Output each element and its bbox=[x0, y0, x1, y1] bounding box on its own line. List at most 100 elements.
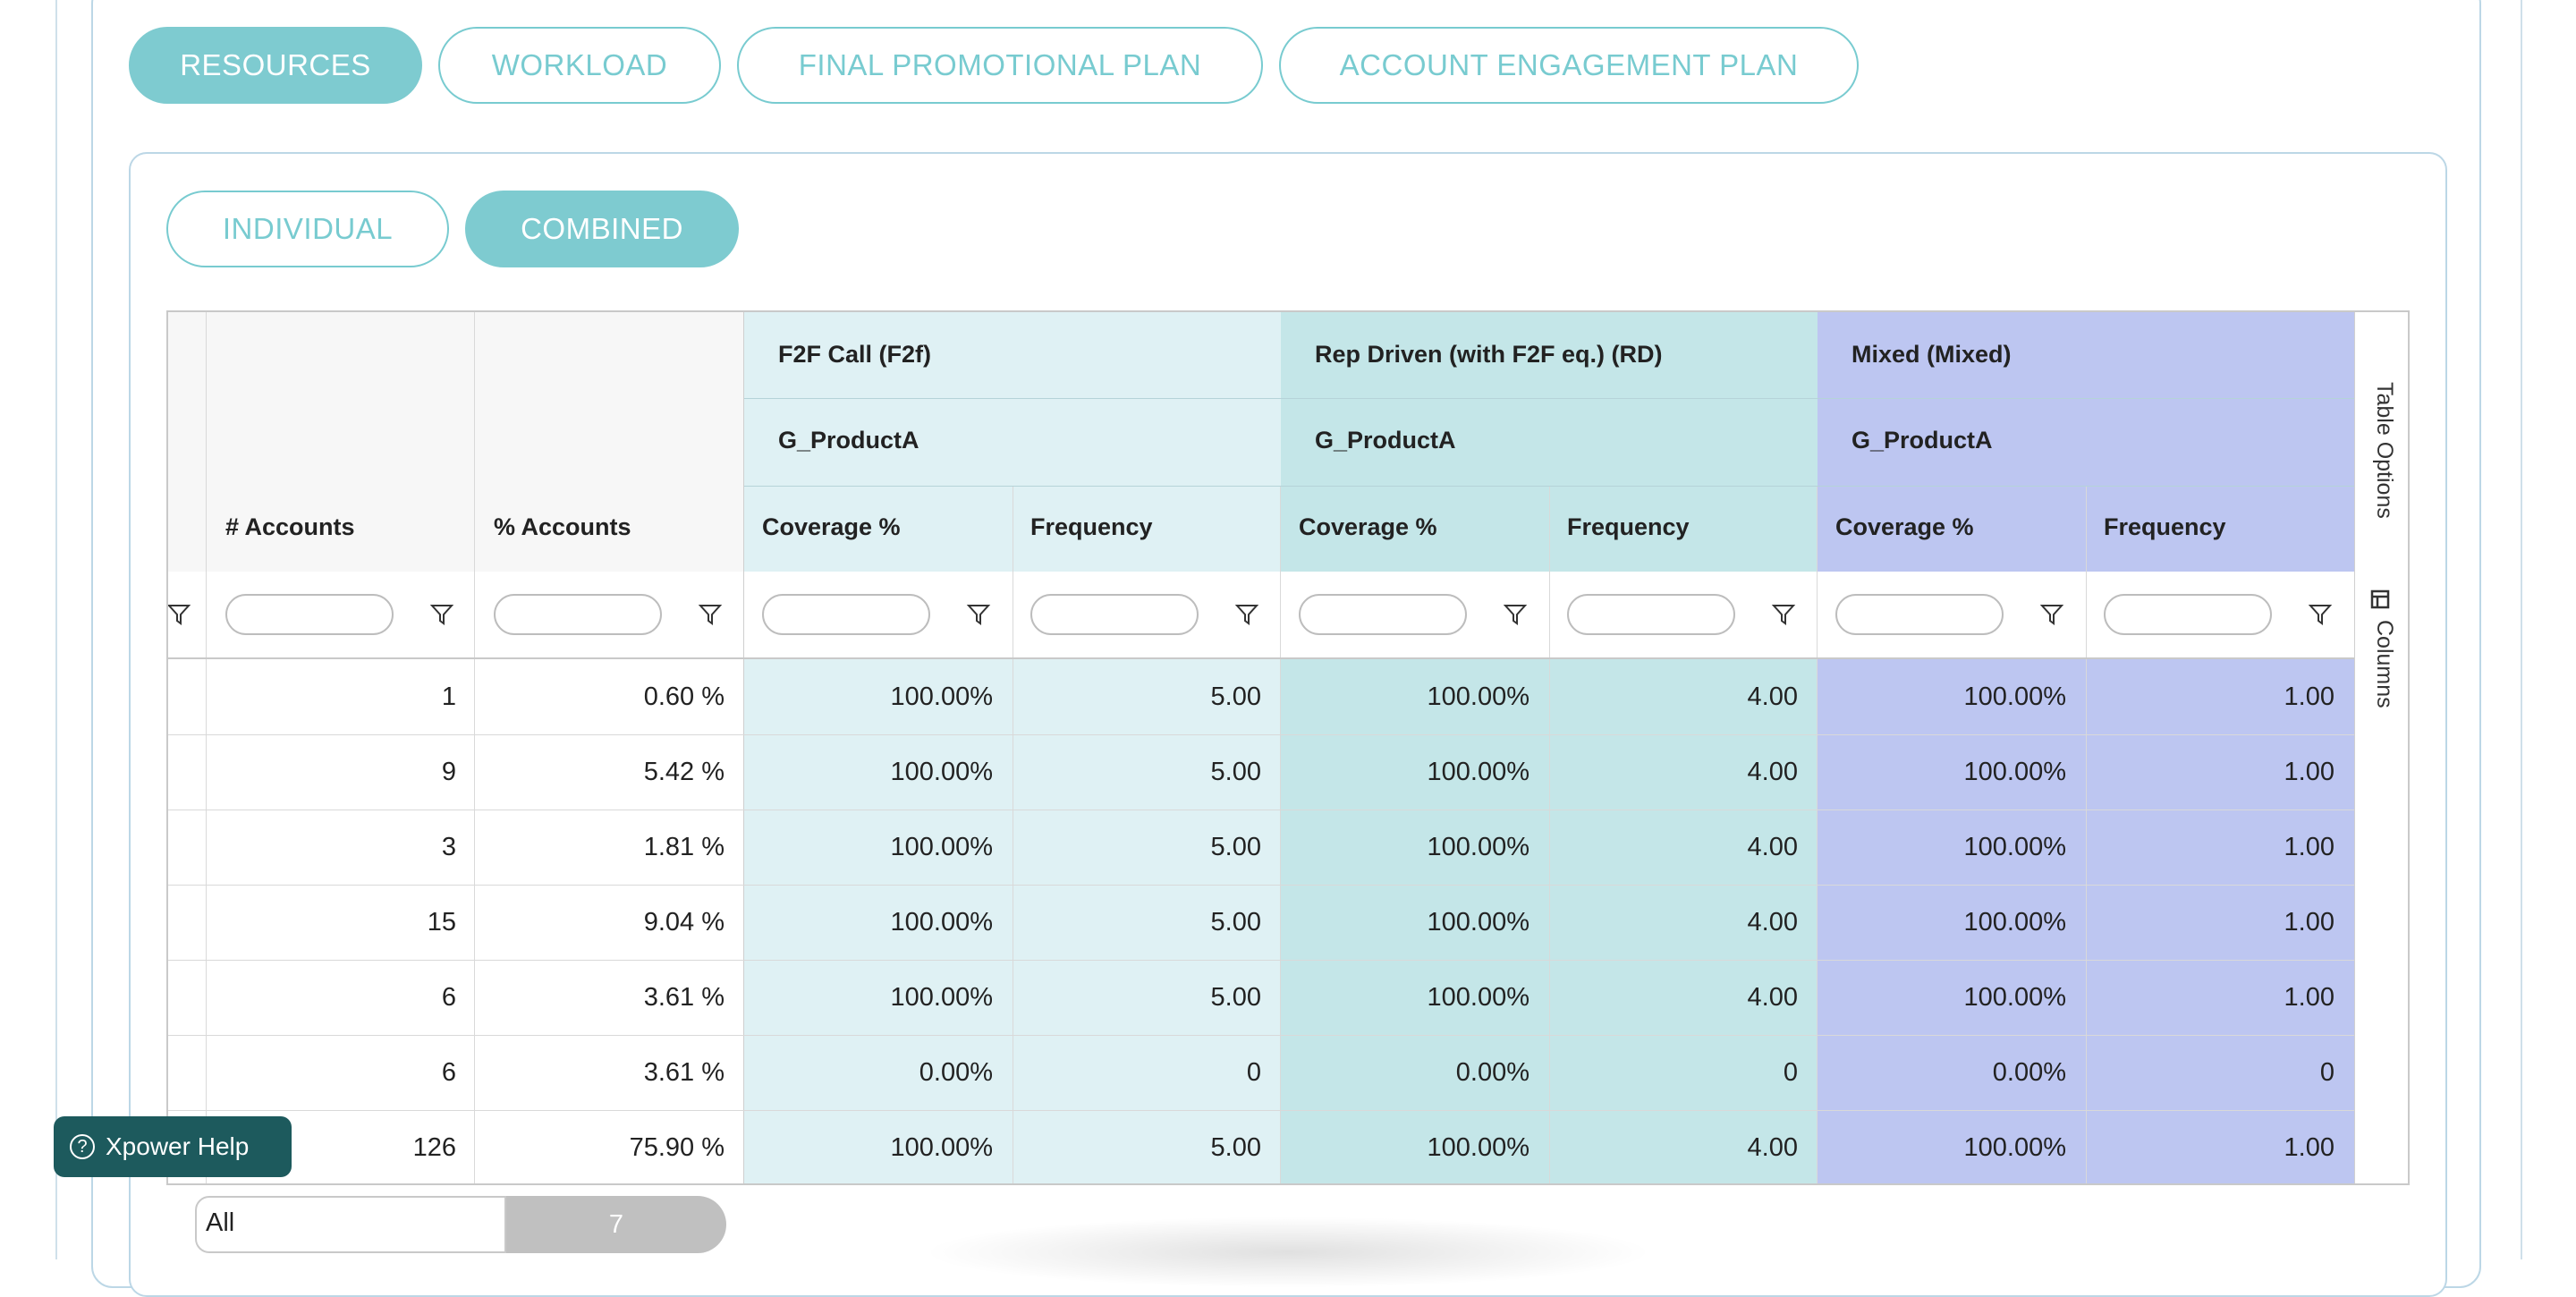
filter-funnel-icon[interactable] bbox=[1234, 602, 1259, 627]
group-header-rd: Rep Driven (with F2F eq.) (RD) bbox=[1315, 341, 1663, 368]
column-filter-input[interactable] bbox=[2104, 594, 2272, 635]
table-cell: 3 bbox=[441, 833, 456, 861]
table-cell: 100.00% bbox=[890, 1133, 994, 1162]
table-cell: 100.00% bbox=[1963, 682, 2067, 711]
filter-funnel-icon[interactable] bbox=[166, 602, 191, 627]
column-filter-input[interactable] bbox=[1299, 594, 1467, 635]
data-grid: F2F Call (F2f) Rep Driven (with F2F eq.)… bbox=[166, 310, 2410, 1185]
column-filter-input[interactable] bbox=[762, 594, 930, 635]
table-cell: 100.00% bbox=[1963, 908, 2067, 937]
product-header-rd: G_ProductA bbox=[1315, 427, 1456, 454]
table-cell: 5.00 bbox=[1210, 758, 1261, 786]
table-cell: 100.00% bbox=[1963, 983, 2067, 1012]
column-header-f2f-coverage[interactable]: Coverage % bbox=[762, 513, 901, 541]
help-circle-icon: ? bbox=[70, 1134, 95, 1159]
columns-icon bbox=[2370, 589, 2390, 609]
table-cell: 1.81 % bbox=[643, 833, 724, 861]
table-cell: 100.00% bbox=[1427, 758, 1530, 786]
table-cell: 0 bbox=[2319, 1058, 2334, 1087]
table-cell: 0 bbox=[1246, 1058, 1261, 1087]
tab-resources[interactable]: RESOURCES bbox=[129, 27, 422, 104]
xpower-help-button[interactable]: ? Xpower Help bbox=[54, 1116, 292, 1177]
table-cell: 1 bbox=[441, 682, 456, 711]
rows-count-badge: 7 bbox=[506, 1196, 726, 1253]
table-cell: 4.00 bbox=[1747, 908, 1798, 937]
toggle-individual[interactable]: INDIVIDUAL bbox=[166, 191, 449, 267]
table-cell: 0 bbox=[1783, 1058, 1798, 1087]
table-cell: 4.00 bbox=[1747, 833, 1798, 861]
column-filter-input[interactable] bbox=[1030, 594, 1199, 635]
table-cell: 1.00 bbox=[2284, 983, 2334, 1012]
table-cell: 5.00 bbox=[1210, 833, 1261, 861]
filter-funnel-icon[interactable] bbox=[698, 602, 723, 627]
column-header-pct-accounts[interactable]: % Accounts bbox=[494, 513, 631, 541]
table-cell: 100.00% bbox=[890, 682, 994, 711]
table-cell: 100.00% bbox=[1963, 833, 2067, 861]
tab-workload[interactable]: WORKLOAD bbox=[438, 27, 721, 104]
table-options-tab[interactable]: Table Options bbox=[2371, 382, 2397, 519]
table-cell: 1.00 bbox=[2284, 908, 2334, 937]
table-cell: 100.00% bbox=[1427, 983, 1530, 1012]
filter-funnel-icon[interactable] bbox=[2308, 602, 2333, 627]
column-filter-input[interactable] bbox=[494, 594, 662, 635]
table-cell: 1.00 bbox=[2284, 1133, 2334, 1162]
rows-per-page-select[interactable]: All bbox=[195, 1196, 506, 1253]
bottom-shadow bbox=[921, 1216, 1655, 1288]
group-header-mixed: Mixed (Mixed) bbox=[1852, 341, 2012, 368]
table-cell: 9 bbox=[441, 758, 456, 786]
table-cell: 100.00% bbox=[890, 983, 994, 1012]
column-header-rd-coverage[interactable]: Coverage % bbox=[1299, 513, 1437, 541]
table-cell: 100.00% bbox=[1963, 758, 2067, 786]
table-cell: 5.00 bbox=[1210, 983, 1261, 1012]
table-cell: 5.42 % bbox=[643, 758, 724, 786]
table-cell: 0.00% bbox=[1992, 1058, 2066, 1087]
column-filter-input[interactable] bbox=[1567, 594, 1735, 635]
column-header-f2f-frequency[interactable]: Frequency bbox=[1030, 513, 1153, 541]
table-cell: 6 bbox=[441, 1058, 456, 1087]
filter-funnel-icon[interactable] bbox=[429, 602, 454, 627]
table-cell: 6 bbox=[441, 983, 456, 1012]
table-cell: 3.61 % bbox=[643, 1058, 724, 1087]
column-filter-input[interactable] bbox=[1835, 594, 2004, 635]
table-cell: 4.00 bbox=[1747, 983, 1798, 1012]
filter-funnel-icon[interactable] bbox=[966, 602, 991, 627]
table-cell: 75.90 % bbox=[629, 1133, 724, 1162]
column-header-mixed-coverage[interactable]: Coverage % bbox=[1835, 513, 1974, 541]
table-cell: 0.00% bbox=[919, 1058, 993, 1087]
table-cell: 100.00% bbox=[1427, 833, 1530, 861]
column-header-mixed-frequency[interactable]: Frequency bbox=[2104, 513, 2226, 541]
tab-account-engagement-plan[interactable]: ACCOUNT ENGAGEMENT PLAN bbox=[1279, 27, 1859, 104]
table-cell: 1.00 bbox=[2284, 682, 2334, 711]
group-header-f2f: F2F Call (F2f) bbox=[778, 341, 932, 368]
column-header-accounts[interactable]: # Accounts bbox=[225, 513, 355, 541]
table-cell: 100.00% bbox=[890, 908, 994, 937]
table-cell: 1.00 bbox=[2284, 758, 2334, 786]
table-cell: 100.00% bbox=[890, 758, 994, 786]
table-cell: 5.00 bbox=[1210, 1133, 1261, 1162]
table-cell: 0.60 % bbox=[643, 682, 724, 711]
page-right-rule bbox=[2521, 0, 2522, 1259]
table-cell: 5.00 bbox=[1210, 682, 1261, 711]
table-cell: 100.00% bbox=[1427, 682, 1530, 711]
table-cell: 1.00 bbox=[2284, 833, 2334, 861]
tab-final-promotional-plan[interactable]: FINAL PROMOTIONAL PLAN bbox=[737, 27, 1263, 104]
table-cell: 100.00% bbox=[1427, 1133, 1530, 1162]
product-header-f2f: G_ProductA bbox=[778, 427, 919, 454]
toggle-combined[interactable]: COMBINED bbox=[465, 191, 739, 267]
column-filter-input[interactable] bbox=[225, 594, 394, 635]
product-header-mixed: G_ProductA bbox=[1852, 427, 1993, 454]
filter-funnel-icon[interactable] bbox=[2039, 602, 2064, 627]
table-cell: 5.00 bbox=[1210, 908, 1261, 937]
group-header-divider bbox=[744, 486, 2354, 487]
table-cell: 15 bbox=[427, 908, 456, 937]
table-cell: 126 bbox=[412, 1133, 456, 1162]
table-cell: 100.00% bbox=[1427, 908, 1530, 937]
filter-funnel-icon[interactable] bbox=[1503, 602, 1528, 627]
table-cell: 100.00% bbox=[1963, 1133, 2067, 1162]
table-cell: 100.00% bbox=[890, 833, 994, 861]
column-header-rd-frequency[interactable]: Frequency bbox=[1567, 513, 1690, 541]
columns-tab[interactable]: Columns bbox=[2371, 620, 2397, 708]
table-cell: 3.61 % bbox=[643, 983, 724, 1012]
page-left-rule bbox=[55, 0, 57, 1259]
filter-funnel-icon[interactable] bbox=[1771, 602, 1796, 627]
